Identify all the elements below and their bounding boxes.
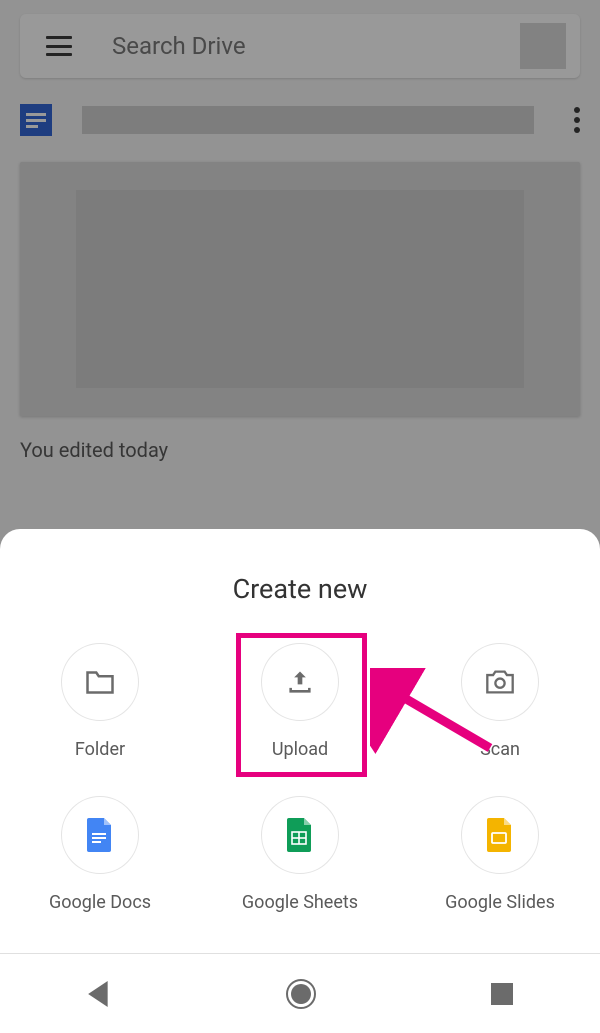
system-nav-bar [0, 953, 600, 1033]
nav-home-icon[interactable] [285, 978, 317, 1010]
create-folder-option[interactable]: Folder [0, 643, 200, 760]
google-sheets-icon [261, 796, 339, 874]
nav-back-icon[interactable] [87, 981, 111, 1007]
create-new-sheet: Create new Folder Upload Sca [0, 529, 600, 953]
nav-recent-icon[interactable] [491, 983, 513, 1005]
option-label: Upload [272, 739, 328, 760]
option-label: Google Docs [49, 892, 151, 913]
create-docs-option[interactable]: Google Docs [0, 796, 200, 913]
option-label: Google Sheets [242, 892, 358, 913]
option-label: Google Slides [445, 892, 555, 913]
create-upload-option[interactable]: Upload [200, 643, 400, 760]
google-slides-icon [461, 796, 539, 874]
folder-icon [61, 643, 139, 721]
camera-icon [461, 643, 539, 721]
create-options-grid: Folder Upload Scan Google [0, 643, 600, 913]
option-label: Scan [480, 739, 520, 760]
option-label: Folder [75, 739, 125, 760]
google-docs-icon [61, 796, 139, 874]
app-screen: Search Drive You edited today Create new… [0, 0, 600, 1033]
upload-icon [261, 643, 339, 721]
create-scan-option[interactable]: Scan [400, 643, 600, 760]
create-slides-option[interactable]: Google Slides [400, 796, 600, 913]
sheet-title: Create new [0, 573, 600, 605]
create-sheets-option[interactable]: Google Sheets [200, 796, 400, 913]
